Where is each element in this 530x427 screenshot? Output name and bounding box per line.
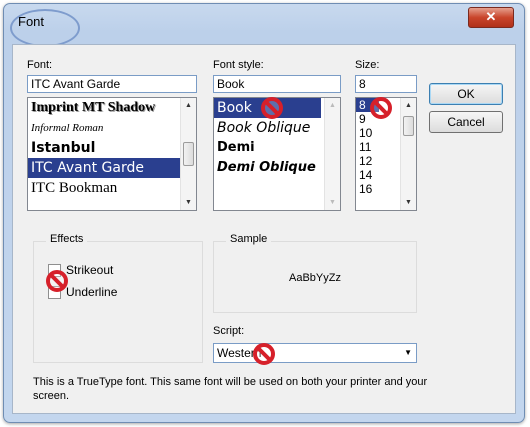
font-style-item[interactable]: Demi Oblique (214, 158, 340, 178)
script-label: Script: (213, 325, 245, 337)
font-style-scrollbar[interactable]: ▲ ▼ (324, 98, 340, 210)
effects-group: Effects Strikeout Underline (33, 233, 203, 363)
font-list[interactable]: Imprint MT Shadow Informal Roman Istanbu… (27, 97, 197, 211)
scroll-thumb[interactable] (403, 116, 414, 136)
prohibited-icon (370, 97, 392, 119)
ok-button[interactable]: OK (429, 83, 503, 105)
prohibited-icon (261, 97, 283, 119)
script-dropdown[interactable]: Western ▼ (213, 343, 417, 363)
font-list-item[interactable]: ITC Bookman (28, 178, 196, 198)
underline-label[interactable]: Underline (66, 285, 117, 299)
scroll-up-arrow-icon[interactable]: ▲ (325, 102, 340, 109)
chevron-down-icon[interactable]: ▼ (404, 344, 412, 362)
close-button[interactable]: ✕ (468, 7, 514, 28)
font-style-item[interactable]: Book Oblique (214, 118, 340, 138)
font-list-item[interactable]: Informal Roman (28, 118, 196, 138)
font-dialog: Font ✕ Font: ITC Avant Garde Imprint MT … (3, 3, 525, 423)
font-list-item-selected[interactable]: ITC Avant Garde (28, 158, 196, 178)
close-icon: ✕ (485, 9, 497, 24)
prohibited-icon (46, 270, 68, 292)
font-name-input[interactable]: ITC Avant Garde (27, 75, 197, 93)
strikeout-label[interactable]: Strikeout (66, 263, 113, 277)
font-style-item[interactable]: Demi (214, 138, 340, 158)
scroll-up-arrow-icon[interactable]: ▲ (401, 102, 416, 109)
size-label: Size: (355, 59, 380, 71)
scroll-down-arrow-icon[interactable]: ▼ (325, 199, 340, 206)
scroll-down-arrow-icon[interactable]: ▼ (181, 199, 196, 206)
dialog-title: Font (18, 14, 45, 29)
sample-group: Sample AaBbYyZz (213, 233, 417, 313)
prohibited-icon (253, 343, 275, 365)
font-list-scrollbar[interactable]: ▲ ▼ (180, 98, 196, 210)
sample-group-title: Sample (226, 233, 272, 245)
dialog-client-area: Font: ITC Avant Garde Imprint MT Shadow … (12, 44, 516, 414)
font-list-item[interactable]: Istanbul (28, 138, 196, 158)
effects-group-title: Effects (46, 233, 88, 245)
font-style-label: Font style: (213, 59, 264, 71)
font-style-input[interactable]: Book (213, 75, 341, 93)
size-input[interactable]: 8 (355, 75, 417, 93)
size-list-scrollbar[interactable]: ▲ ▼ (400, 98, 416, 210)
scroll-thumb[interactable] (183, 142, 194, 166)
scroll-down-arrow-icon[interactable]: ▼ (401, 199, 416, 206)
font-info-text: This is a TrueType font. This same font … (33, 376, 428, 402)
cancel-button[interactable]: Cancel (429, 111, 503, 133)
scroll-up-arrow-icon[interactable]: ▲ (181, 102, 196, 109)
sample-text: AaBbYyZz (289, 272, 341, 284)
font-label: Font: (27, 59, 53, 71)
font-list-item[interactable]: Imprint MT Shadow (28, 98, 196, 118)
